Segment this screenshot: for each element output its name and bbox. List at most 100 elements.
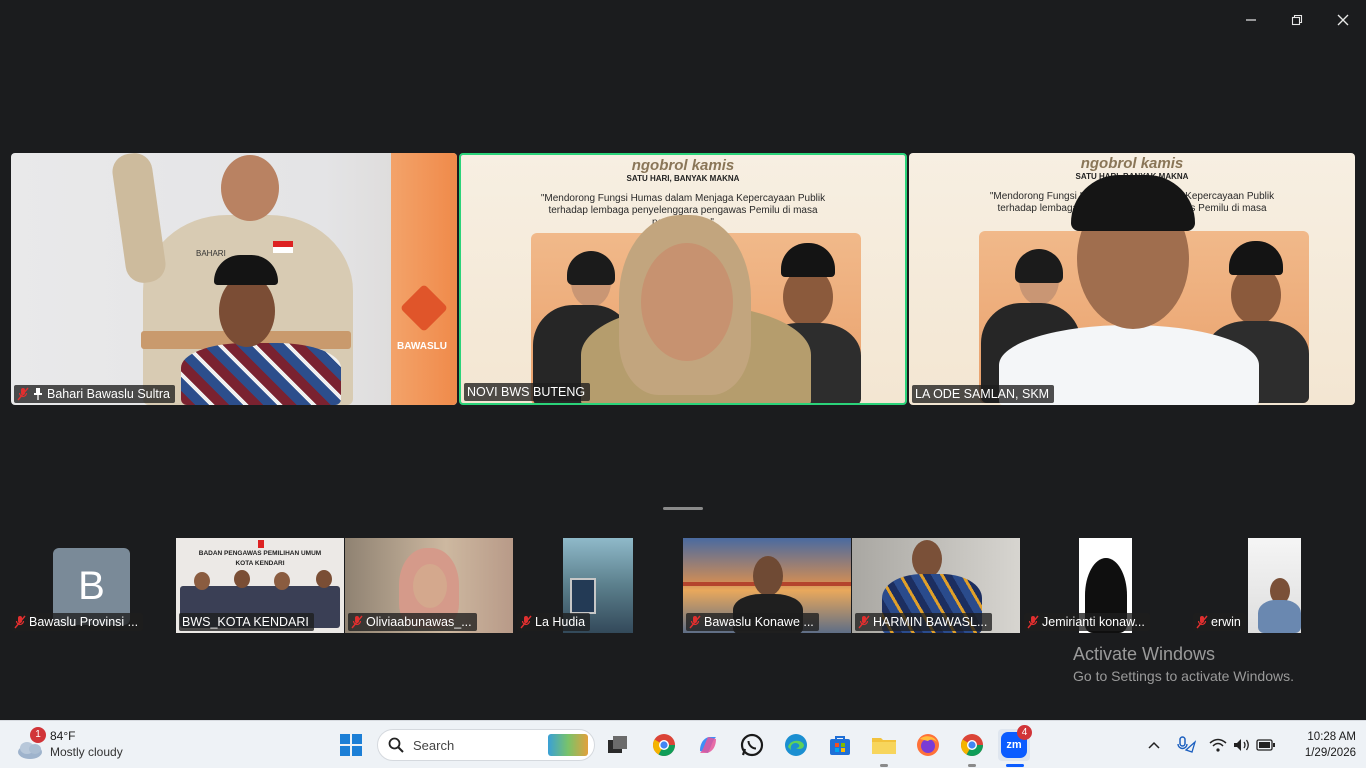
edge-icon [785, 734, 807, 756]
taskbar-copilot[interactable] [692, 729, 724, 761]
mic-muted-icon [1027, 615, 1039, 629]
office-banner-sub: KOTA KENDARI [235, 560, 285, 567]
taskbar-chrome-2[interactable] [956, 729, 988, 761]
clock[interactable]: 10:28 AM 1/29/2026 [1284, 729, 1356, 763]
copilot-icon [700, 737, 716, 753]
weather-temp: 84°F [50, 729, 76, 743]
taskbar-search-box[interactable]: Search [377, 729, 595, 761]
participant-face [912, 540, 942, 578]
restore-button[interactable] [1283, 8, 1311, 32]
wifi-icon [1209, 738, 1227, 752]
chrome-icon [961, 734, 983, 756]
gallery-tile-oliviaabunawas[interactable]: Oliviaabunawas_... [345, 538, 513, 633]
restore-icon [1291, 14, 1303, 26]
video-tile-bahari[interactable]: BAWASLU BAHARI Bahari Bawaslu Sultra [11, 153, 457, 405]
poster-series-title: ngobrol kamis [1080, 155, 1184, 172]
participant-name-tag: erwin [1193, 613, 1246, 631]
weather-widget[interactable]: 1 84°F Mostly cloudy [14, 727, 154, 763]
participant-name: HARMIN BAWASL... [873, 615, 988, 629]
shirt-label: BAHARI [196, 249, 226, 258]
gallery-resize-handle[interactable] [663, 507, 703, 510]
participant-name-tag: NOVI BWS BUTENG [464, 383, 591, 401]
participant-name: Bawaslu Konawe ... [704, 615, 814, 629]
participant-name: Bahari Bawaslu Sultra [47, 387, 170, 401]
participant-body [1258, 600, 1301, 633]
gallery-tile-erwin[interactable]: erwin [1190, 538, 1358, 633]
taskbar-store[interactable] [824, 729, 856, 761]
start-button[interactable] [335, 729, 367, 761]
speaker-icon [1234, 739, 1249, 751]
taskbar-file-explorer[interactable] [868, 729, 900, 761]
taskbar-zoom[interactable]: zm 4 [998, 725, 1032, 761]
tray-voice-button[interactable] [1172, 729, 1200, 761]
participant-face [413, 564, 447, 608]
mic-muted-icon [520, 615, 532, 629]
taskbar-edge[interactable] [780, 729, 812, 761]
logo-text: BAWASLU [397, 341, 447, 352]
taskbar-whatsapp[interactable] [736, 729, 768, 761]
seated-person-head [219, 275, 275, 347]
participant-name-tag: Bahari Bawaslu Sultra [14, 385, 175, 403]
video-tile-novi-active-speaker[interactable]: ngobrol kamis SATU HARI, BANYAK MAKNA "M… [459, 153, 907, 405]
show-hidden-icons-button[interactable] [1140, 729, 1168, 761]
participant-name: Oliviaabunawas_... [366, 615, 472, 629]
running-indicator [968, 764, 976, 767]
participant-name: NOVI BWS BUTENG [467, 385, 586, 399]
participant-name-tag: HARMIN BAWASL... [855, 613, 993, 631]
mic-muted-icon [14, 615, 26, 629]
weather-desc: Mostly cloudy [50, 745, 123, 759]
active-app-indicator [1006, 764, 1024, 767]
mic-muted-icon [1196, 615, 1208, 629]
task-view-button[interactable] [602, 729, 634, 761]
mic-muted-icon [351, 615, 363, 629]
participant-name-tag: Oliviaabunawas_... [348, 613, 477, 631]
presenter-face [641, 243, 733, 361]
tray-battery-button[interactable] [1252, 729, 1280, 761]
chrome-icon [653, 734, 675, 756]
chevron-up-icon [1148, 741, 1160, 749]
attendee-head [316, 570, 332, 588]
video-tile-la-ode-samlan[interactable]: ngobrol kamis SATU HARI, BANYAK MAKNA "M… [909, 153, 1355, 405]
gallery-tile-jemirianti-konawe[interactable]: Jemirianti konaw... [1021, 538, 1189, 633]
participant-name-tag: Bawaslu Konawe ... [686, 613, 819, 631]
mic-muted-icon [689, 615, 701, 629]
taskbar-firefox[interactable] [912, 729, 944, 761]
zoom-notification-badge: 4 [1017, 725, 1032, 740]
mic-muted-icon [858, 615, 870, 629]
gallery-tile-bawaslu-provinsi[interactable]: B Bawaslu Provinsi ... [8, 538, 174, 633]
participant-name-tag: LA ODE SAMLAN, SKM [912, 385, 1055, 403]
search-icon [388, 737, 404, 753]
close-button[interactable] [1329, 8, 1357, 32]
battery-charging-icon [1256, 739, 1275, 751]
minimize-button[interactable] [1237, 8, 1265, 32]
participant-face [753, 556, 783, 596]
participant-name: erwin [1211, 615, 1241, 629]
poster-tagline: SATU HARI, BANYAK MAKNA [626, 174, 740, 183]
task-view-icon [608, 736, 627, 753]
taskbar-chrome-1[interactable] [648, 729, 680, 761]
gallery-tile-bws-kota-kendari[interactable]: BADAN PENGAWAS PEMILIHAN UMUM KOTA KENDA… [176, 538, 344, 633]
attendee-head [194, 572, 210, 590]
participant-name: La Hudia [535, 615, 586, 629]
seated-person-body [181, 343, 341, 405]
attendee-head [234, 570, 250, 588]
gallery-tile-la-hudia[interactable]: La Hudia [514, 538, 682, 633]
clock-date: 1/29/2026 [1304, 747, 1356, 759]
pin-icon [32, 387, 44, 401]
participant-name-tag: Bawaslu Provinsi ... [11, 613, 144, 631]
activate-windows-subtitle: Go to Settings to activate Windows. [1073, 668, 1294, 684]
poster-figure-head [221, 155, 279, 221]
gallery-tile-bawaslu-konawe[interactable]: Bawaslu Konawe ... [683, 538, 851, 633]
participant-name: Bawaslu Provinsi ... [29, 615, 139, 629]
participant-name: Jemirianti konaw... [1042, 615, 1145, 629]
running-indicator [880, 764, 888, 767]
minimize-icon [1246, 19, 1256, 21]
close-icon [1337, 14, 1349, 26]
microphone-send-icon [1177, 736, 1196, 753]
poster-theme-line1: "Mendorong Fungsi Humas dalam Menjaga Ke… [540, 193, 826, 204]
windows-logo-icon [340, 734, 362, 756]
search-highlight-icon [548, 734, 588, 756]
participant-name: LA ODE SAMLAN, SKM [915, 387, 1050, 401]
store-icon [830, 736, 850, 755]
gallery-tile-harmin-bawaslu[interactable]: HARMIN BAWASL... [852, 538, 1020, 633]
